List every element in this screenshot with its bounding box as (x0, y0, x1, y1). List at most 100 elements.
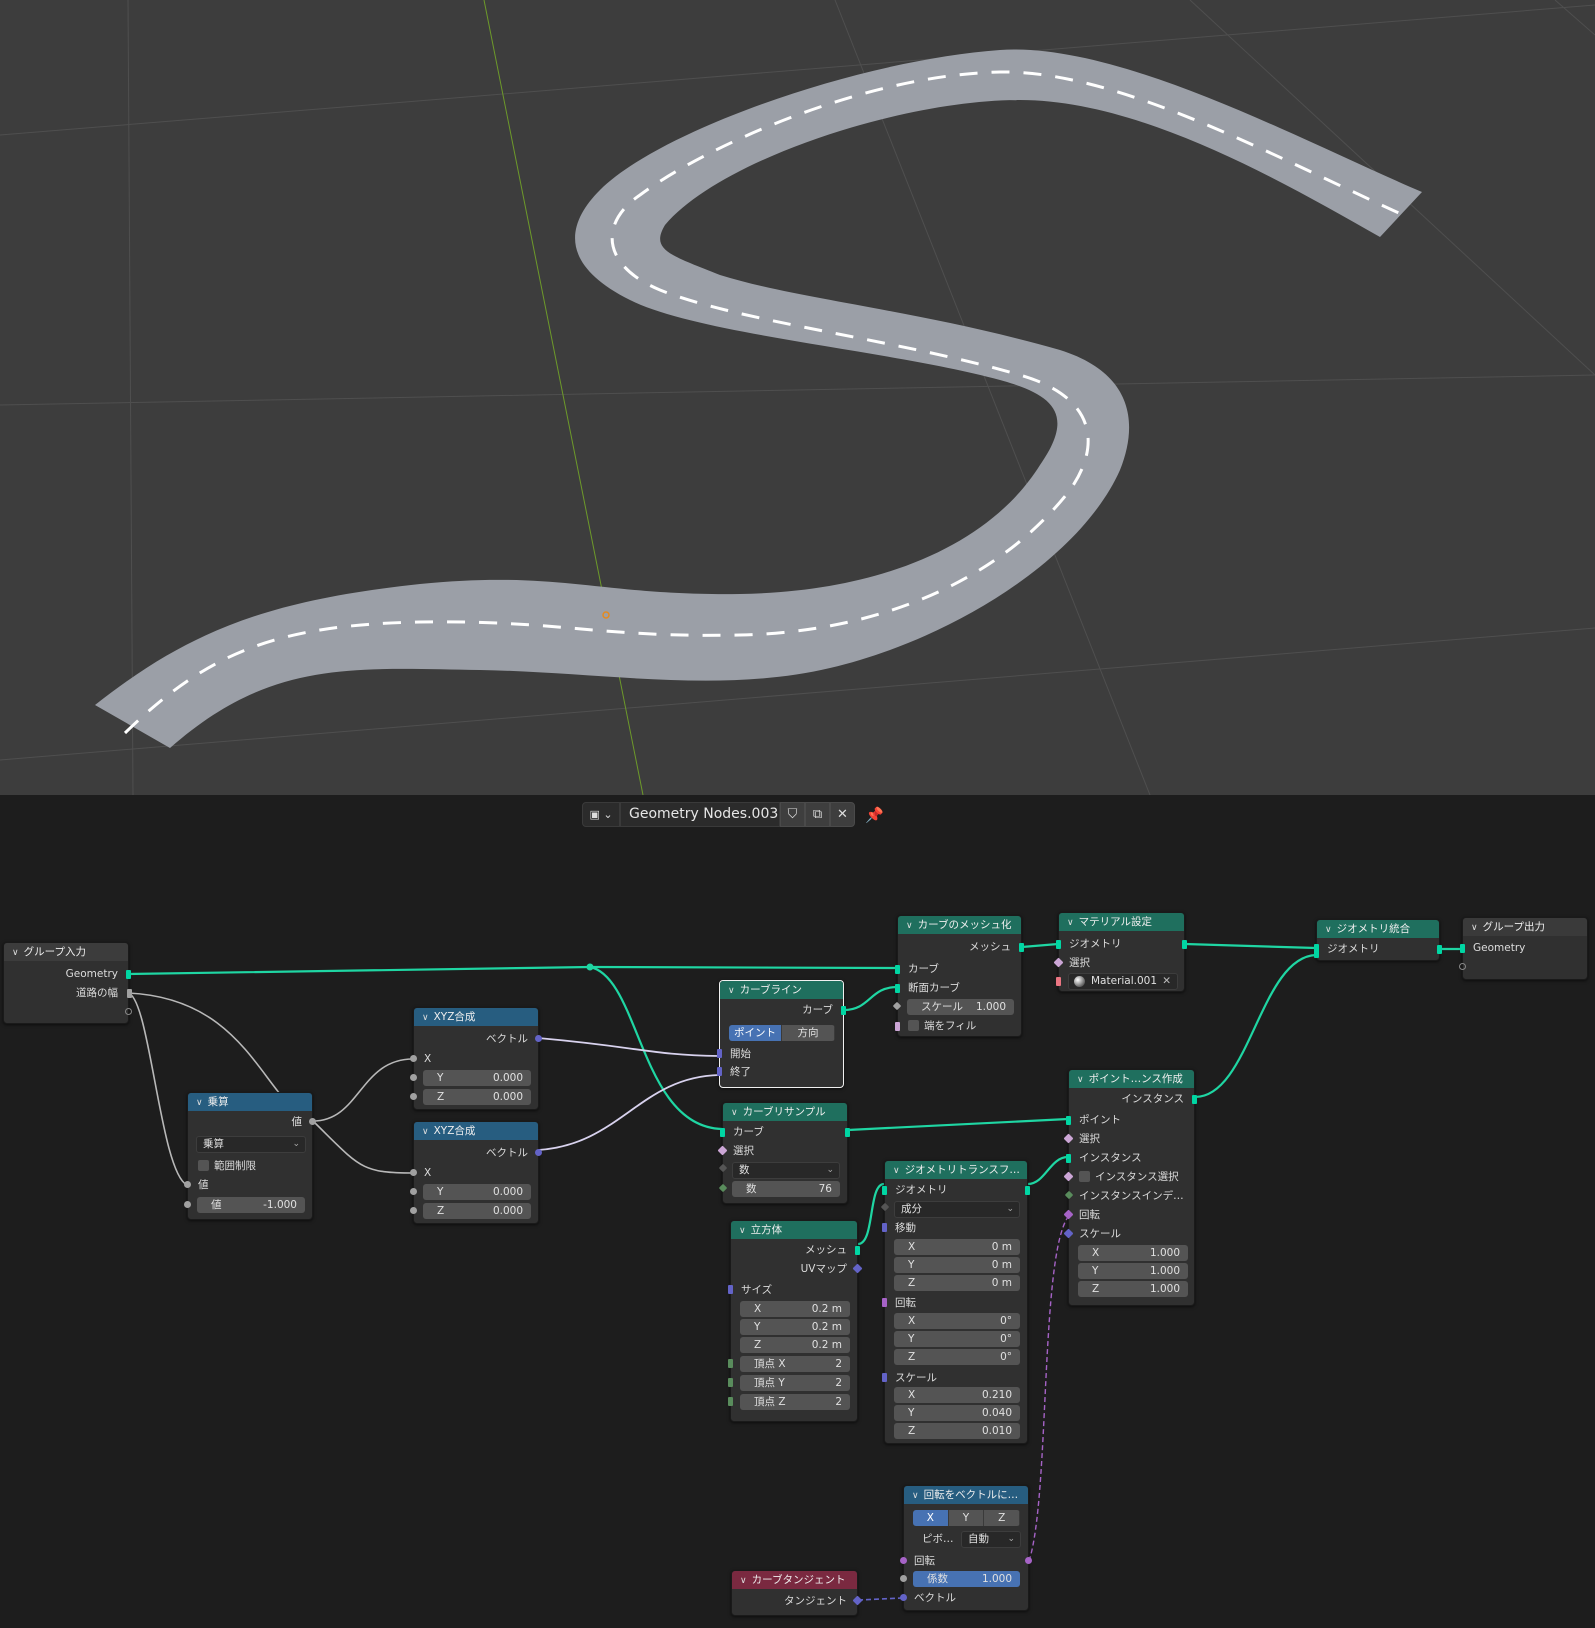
socket-out-mesh[interactable] (855, 1246, 860, 1255)
socket-in-vertices-y[interactable] (728, 1378, 733, 1387)
chevron-down-icon[interactable]: ∨ (739, 1222, 746, 1239)
socket-in-geometry[interactable] (1460, 944, 1465, 953)
node-group-output[interactable]: ∨ グループ出力 Geometry (1459, 917, 1588, 980)
socket-in-curve[interactable] (720, 1128, 725, 1137)
socket-in-points[interactable] (1066, 1116, 1071, 1125)
chevron-down-icon[interactable]: ∨ (12, 944, 19, 961)
y-field[interactable]: Y 0.000 (423, 1070, 531, 1086)
socket-in-fill-caps[interactable] (895, 1022, 900, 1031)
socket-in-curve[interactable] (895, 965, 900, 974)
chevron-down-icon[interactable]: ∨ (1077, 1071, 1084, 1088)
node-header[interactable]: ∨ 立方体 (731, 1221, 857, 1239)
node-header[interactable]: ∨ ジオメトリ統合 (1317, 920, 1439, 938)
socket-in-start[interactable] (717, 1049, 722, 1058)
mode-points-button[interactable]: ポイント (729, 1025, 782, 1041)
node-transform-geometry[interactable]: ∨ ジオメトリトランスフ… ジオメトリ 成分 ⌄ 移動 X 0 m Y 0 m Z 0 m… (880, 1160, 1030, 1444)
translate-y-field[interactable]: Y 0 m (894, 1257, 1020, 1273)
node-header[interactable]: ∨ カーブのメッシュ化 (898, 916, 1021, 934)
node-group-input[interactable]: ∨ グループ入力 Geometry 道路の幅 (3, 942, 132, 1024)
mode-dropdown[interactable]: 数 ⌄ (732, 1162, 840, 1179)
socket-in-rotation[interactable] (900, 1557, 907, 1564)
socket-in-scale[interactable] (892, 1001, 902, 1011)
node-header[interactable]: ∨ カーブライン (720, 981, 843, 999)
socket-in-size[interactable] (728, 1285, 733, 1294)
duplicate-button[interactable]: ⧉ (805, 802, 830, 827)
socket-in-empty[interactable] (1459, 963, 1466, 970)
scale-x-field[interactable]: X 0.210 (894, 1387, 1020, 1403)
mode-direction-button[interactable]: 方向 (782, 1025, 835, 1041)
socket-in-translation[interactable] (882, 1223, 887, 1232)
fake-user-button[interactable]: ⛉ (780, 802, 805, 827)
factor-field[interactable]: 係数 1.000 (913, 1571, 1020, 1587)
clamp-checkbox[interactable]: 範囲制限 (188, 1157, 312, 1175)
socket-out-geometry[interactable] (1437, 945, 1442, 954)
node-instance-on-points[interactable]: ∨ ポイント…ンス作成 インスタンス ポイント 選択 インスタンス インスタンス選… (1063, 1069, 1197, 1306)
checkbox-icon[interactable] (1079, 1171, 1090, 1182)
socket-in-material[interactable] (1056, 977, 1061, 986)
node-header[interactable]: ∨ XYZ合成 (414, 1008, 538, 1026)
z-field[interactable]: Z 0.000 (423, 1203, 531, 1219)
unlink-button[interactable]: ✕ (830, 802, 855, 827)
socket-out-width[interactable] (127, 989, 132, 998)
socket-in-count[interactable] (718, 1183, 728, 1193)
node-combine-xyz-1[interactable]: ∨ XYZ合成 ベクトル X Y 0.000 Z 0.000 (410, 1007, 542, 1110)
node-curve-line[interactable]: ∨ カーブライン カーブ ポイント 方向 開始 終了 (717, 980, 846, 1088)
node-header[interactable]: ∨ グループ入力 (4, 943, 128, 961)
chevron-down-icon[interactable]: ∨ (422, 1123, 429, 1140)
socket-in-mode[interactable] (718, 1163, 728, 1173)
axis-z-button[interactable]: Z (984, 1510, 1020, 1526)
socket-in-profile[interactable] (895, 984, 900, 993)
socket-in-end[interactable] (717, 1067, 722, 1076)
pick-instance-checkbox[interactable]: インスタンス選択 (1069, 1168, 1194, 1186)
vertices-x-field[interactable]: 頂点 X 2 (740, 1356, 850, 1372)
node-editor[interactable]: ▣ ⌄ Geometry Nodes.003 ⛉ ⧉ ✕ 📌 ∨ グループ入力 G… (0, 797, 1595, 1628)
axis-toggle[interactable]: X Y Z (913, 1510, 1020, 1526)
socket-out-vector[interactable] (535, 1035, 542, 1042)
socket-in-value-a[interactable] (184, 1181, 191, 1188)
chevron-down-icon[interactable]: ∨ (740, 1572, 747, 1589)
node-cube[interactable]: ∨ 立方体 メッシュ UVマップ サイズ X 0.2 m Y 0.2 m Z 0.2 m… (728, 1220, 863, 1422)
scale-z-field[interactable]: Z 1.000 (1078, 1281, 1188, 1297)
chevron-down-icon[interactable]: ∨ (422, 1009, 429, 1026)
node-set-material[interactable]: ∨ マテリアル設定 ジオメトリ 選択 Material.001 ✕ (1053, 912, 1187, 992)
chevron-down-icon[interactable]: ∨ (1471, 919, 1478, 936)
socket-out-geometry[interactable] (1025, 1186, 1030, 1195)
node-header[interactable]: ∨ カーブリサンプル (723, 1103, 847, 1121)
socket-out-curve[interactable] (845, 1128, 850, 1137)
socket-out-empty[interactable] (125, 1008, 132, 1015)
vertices-y-field[interactable]: 頂点 Y 2 (740, 1375, 850, 1391)
socket-in-vertices-z[interactable] (728, 1397, 733, 1406)
socket-in-x[interactable] (410, 1169, 417, 1176)
close-icon[interactable]: ✕ (1162, 974, 1171, 989)
node-header[interactable]: ∨ カーブタンジェント (732, 1571, 857, 1589)
operation-dropdown[interactable]: 乗算 ⌄ (196, 1136, 306, 1153)
socket-in-scale[interactable] (882, 1373, 887, 1382)
scale-x-field[interactable]: X 1.000 (1078, 1245, 1188, 1261)
size-z-field[interactable]: Z 0.2 m (740, 1337, 850, 1353)
size-x-field[interactable]: X 0.2 m (740, 1301, 850, 1317)
axis-y-button[interactable]: Y (948, 1510, 985, 1526)
mode-toggle[interactable]: ポイント 方向 (729, 1025, 835, 1041)
socket-in-vector[interactable] (900, 1594, 907, 1601)
y-field[interactable]: Y 0.000 (423, 1184, 531, 1200)
z-field[interactable]: Z 0.000 (423, 1089, 531, 1105)
socket-in-instance[interactable] (1066, 1154, 1071, 1163)
socket-in-geometry-multi[interactable] (1314, 944, 1319, 958)
node-header[interactable]: ∨ ジオメトリトランスフ… (885, 1161, 1027, 1179)
chevron-down-icon[interactable]: ∨ (893, 1162, 900, 1179)
socket-in-y[interactable] (410, 1074, 417, 1081)
socket-out-vector[interactable] (535, 1149, 542, 1156)
socket-out-instances[interactable] (1192, 1095, 1197, 1104)
axis-x-button[interactable]: X (913, 1510, 949, 1526)
node-resample-curve[interactable]: ∨ カーブリサンプル カーブ 選択 数 ⌄ 数 76 (717, 1102, 850, 1204)
node-tree-type-button[interactable]: ▣ ⌄ (582, 802, 620, 827)
chevron-down-icon[interactable]: ∨ (196, 1094, 203, 1111)
node-combine-xyz-2[interactable]: ∨ XYZ合成 ベクトル X Y 0.000 Z 0.000 (410, 1121, 542, 1224)
node-tree-name-field[interactable]: Geometry Nodes.003 (620, 802, 780, 827)
pin-button[interactable]: 📌 (865, 806, 884, 824)
node-multiply[interactable]: ∨ 乗算 値 乗算 ⌄ 範囲制限 値 値 -1.000 (184, 1092, 316, 1220)
node-header[interactable]: ∨ 乗算 (188, 1093, 312, 1111)
socket-out-curve[interactable] (841, 1006, 846, 1015)
socket-out-mesh[interactable] (1019, 943, 1024, 952)
scale-y-field[interactable]: Y 1.000 (1078, 1263, 1188, 1279)
